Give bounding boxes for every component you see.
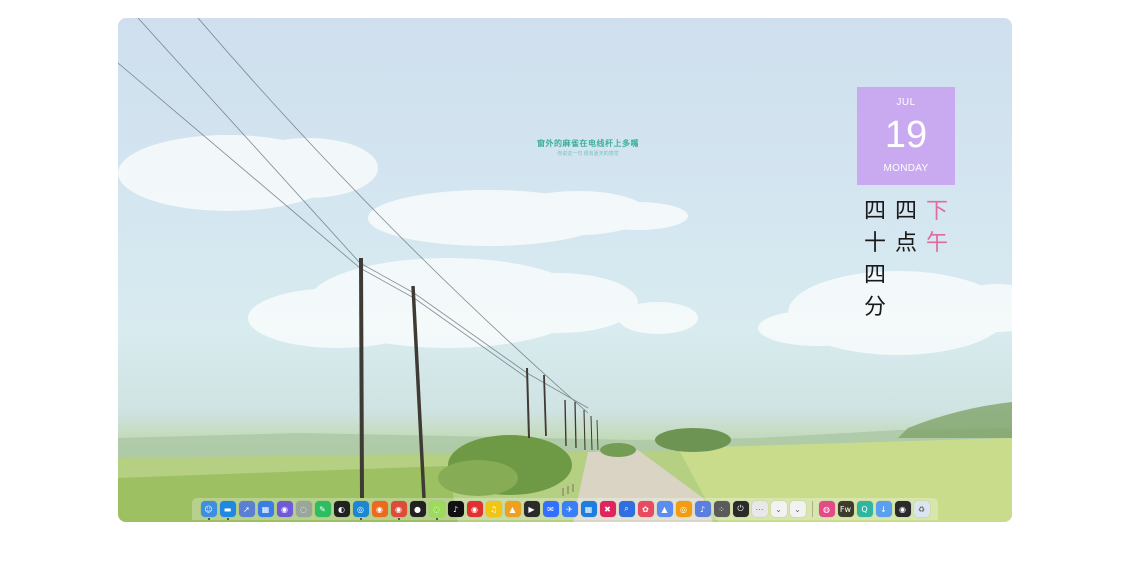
dock-more-app-icon[interactable]: ⋯ (751, 501, 768, 517)
caption-sub-text: 你说这一句 很有夏天的感觉 (557, 151, 619, 157)
calendar-month: JUL (896, 97, 916, 108)
clock-widget-hour: 四 点 (893, 196, 919, 260)
clock-char: 十 (863, 231, 886, 256)
dock-wechat-chat-icon[interactable]: ◌ (295, 501, 312, 517)
calendar-day: 19 (884, 114, 928, 156)
clock-widget-period: 下 午 (924, 196, 950, 260)
dock-pink-app-icon[interactable]: ✿ (637, 501, 654, 517)
dock-search-app-icon[interactable]: ⌕ (618, 501, 635, 517)
dock-mountain-app-icon[interactable]: ▲ (656, 501, 673, 517)
clock-char: 四 (863, 263, 886, 288)
clock-char: 四 (894, 199, 917, 224)
clock-char: 四 (863, 199, 886, 224)
dock-app-yellow-icon[interactable]: ▲ (504, 501, 521, 517)
clock-char: 午 (925, 231, 948, 256)
dock-grid-app-icon[interactable]: ▦ (580, 501, 597, 517)
dock-firefox-icon[interactable]: ◉ (371, 501, 388, 517)
dock-camera-app-icon[interactable]: ◉ (894, 501, 911, 517)
dock-download-app-icon[interactable]: ↓ (875, 501, 892, 517)
dock-edge-browser-icon[interactable]: ◎ (352, 501, 369, 520)
dock-app-dark-icon[interactable]: ▶ (523, 501, 540, 517)
dock-tiktok-icon[interactable]: ♪ (447, 501, 464, 517)
dock-photo-browser-icon[interactable]: ▬ (219, 501, 236, 520)
dock-dots-app-icon[interactable]: ⁘ (713, 501, 730, 517)
dock-qq-icon[interactable]: ● (409, 501, 426, 517)
dock-wechat-icon[interactable]: ◌ (428, 501, 445, 520)
dock-notion-icon[interactable]: ◐ (333, 501, 350, 517)
clock-char: 分 (863, 295, 886, 320)
clock-char: 下 (925, 199, 948, 224)
dock-finder-icon[interactable]: ☺ (200, 501, 217, 520)
dock-dingtalk-icon[interactable]: ✈ (561, 501, 578, 517)
wallpaper-caption: 窗外的麻雀在电线杆上多嘴 你说这一句 很有夏天的感觉 (478, 138, 698, 157)
dock-orange-app-icon[interactable]: ◎ (675, 501, 692, 517)
calendar-weekday: MONDAY (883, 163, 929, 174)
dock-trash-icon[interactable]: ♻ (913, 501, 930, 517)
dock-separator (811, 501, 813, 517)
dock-netease-music-icon[interactable]: ◉ (466, 501, 483, 517)
dock-screen-recorder-icon[interactable]: ◉ (276, 501, 293, 517)
dock-colorful-app-icon[interactable]: ◍ (818, 501, 835, 517)
calendar-widget[interactable]: JUL 19 MONDAY (857, 87, 955, 185)
dock-app-store-icon[interactable]: ▦ (257, 501, 274, 517)
dock: ☺ ▬ ➚ ▦ ◉ ◌ ✎ ◐ ◎ ◉ ◉ ● ◌ ♪ ◉ ♫ ▲ ▶ ✉ ✈ ▦ ✖ ⌕ ✿ ▲ ◎ ♪ ⁘ ⏻ ⋯ ⌄ ⌄ ◍ Fw Q ↓ ◉ ♻ (192, 498, 938, 520)
dock-power-app-icon[interactable]: ⏻ (732, 501, 749, 517)
clock-char: 点 (894, 231, 917, 256)
clock-widget-minutes: 四 十 四 分 (862, 196, 888, 324)
dock-chrome-icon[interactable]: ◉ (390, 501, 407, 520)
dock-feishu-icon[interactable]: ✉ (542, 501, 559, 517)
dock-evernote-icon[interactable]: ✎ (314, 501, 331, 517)
caption-main-text: 窗外的麻雀在电线杆上多嘴 (537, 139, 639, 148)
dock-expand-app-2-icon[interactable]: ⌄ (789, 501, 806, 517)
dock-fireworks-app-icon[interactable]: Fw (837, 501, 854, 517)
dock-volume-app-icon[interactable]: ♪ (694, 501, 711, 517)
dock-expand-app-1-icon[interactable]: ⌄ (770, 501, 787, 517)
dock-qq-music-icon[interactable]: ♫ (485, 501, 502, 517)
dock-red-app-icon[interactable]: ✖ (599, 501, 616, 517)
dock-launchpad-icon[interactable]: ➚ (238, 501, 255, 517)
desktop-wallpaper: 窗外的麻雀在电线杆上多嘴 你说这一句 很有夏天的感觉 JUL 19 MONDAY… (118, 18, 1012, 522)
dock-qu-app-icon[interactable]: Q (856, 501, 873, 517)
